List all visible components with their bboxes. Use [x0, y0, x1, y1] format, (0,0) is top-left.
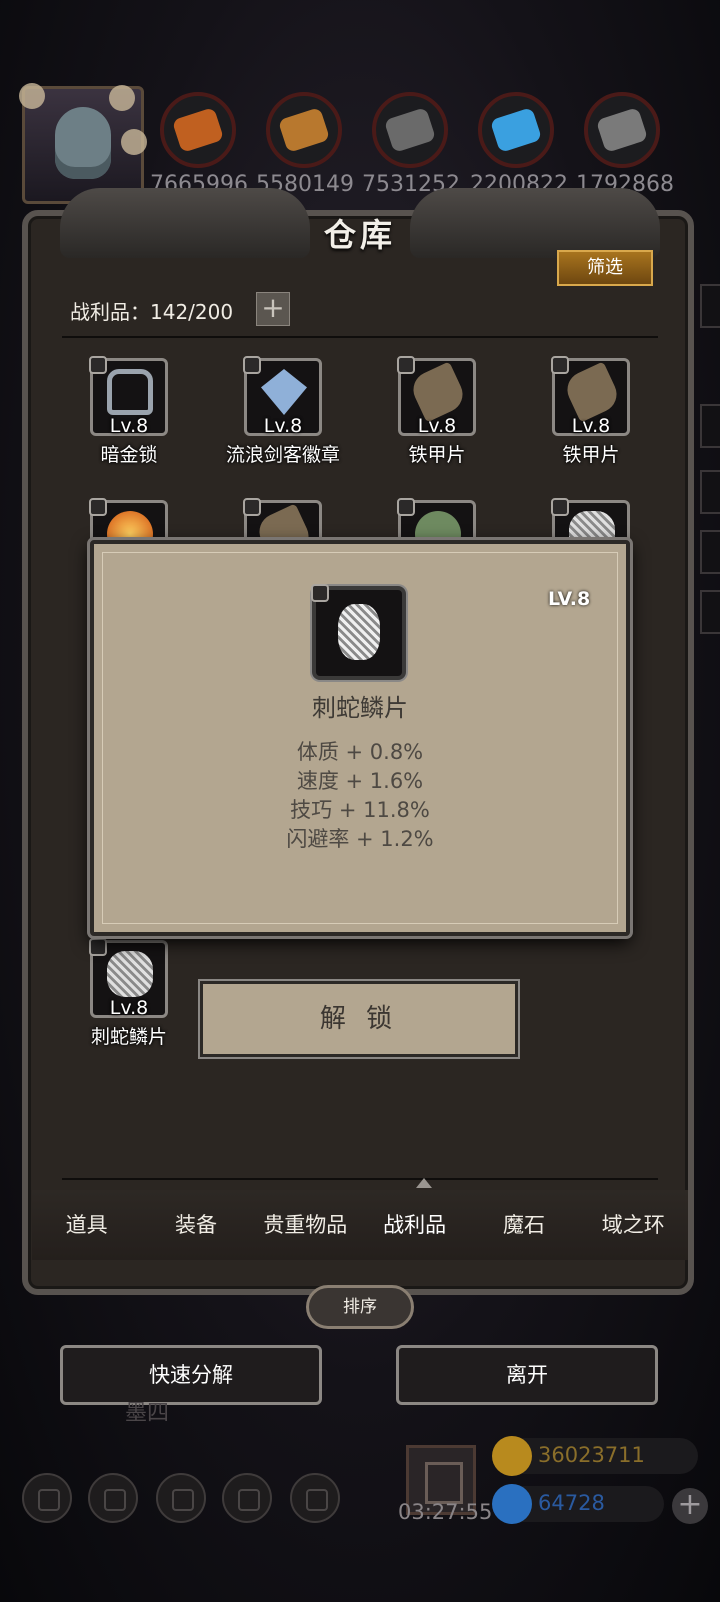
add-currency-button[interactable]: +	[672, 1488, 708, 1524]
lock-icon	[397, 356, 415, 374]
lock-icon	[89, 938, 107, 956]
item-name: 铁甲片	[562, 444, 620, 466]
grid-item[interactable]: Lv.8 铁甲片	[506, 356, 676, 467]
lock-icon	[311, 584, 329, 602]
item-level: Lv.8	[417, 415, 457, 437]
grid-item[interactable]: Lv.8 刺蛇鳞片	[44, 938, 214, 1049]
item-name: 暗金锁	[100, 444, 158, 466]
settings-icon[interactable]	[22, 1473, 72, 1523]
item-level: Lv.8	[263, 415, 303, 437]
scale-icon	[107, 951, 153, 997]
quick-decompose-button[interactable]: 快速分解	[60, 1345, 322, 1405]
resource-iron-icon[interactable]	[372, 92, 448, 168]
category-tabs: 道具 装备 贵重物品 战利品 魔石 域之环	[32, 1190, 688, 1260]
gold-amount: 36023711	[538, 1443, 645, 1467]
stat-line: 速度 + 1.6%	[296, 769, 424, 793]
expand-capacity-button[interactable]: +	[256, 292, 290, 326]
lock-icon	[243, 356, 261, 374]
map-icon[interactable]	[290, 1473, 340, 1523]
item-level: Lv.8	[109, 415, 149, 437]
badge-icon	[261, 369, 307, 415]
divider	[62, 1178, 658, 1180]
tab-loot[interactable]: 战利品	[360, 1190, 469, 1260]
unlock-button[interactable]: 解 锁	[200, 981, 518, 1057]
gold-display: 36023711	[492, 1436, 698, 1476]
gold-coin-icon	[492, 1436, 532, 1476]
loot-capacity: 战利品：142/200	[70, 300, 234, 324]
resource-stone-icon[interactable]	[584, 92, 660, 168]
mail-icon[interactable]	[222, 1473, 272, 1523]
resource-ore-icon[interactable]	[160, 92, 236, 168]
side-tab[interactable]	[700, 404, 720, 448]
gem-amount: 64728	[538, 1491, 605, 1515]
tab-equipment[interactable]: 装备	[141, 1190, 250, 1260]
tab-items[interactable]: 道具	[32, 1190, 141, 1260]
background-label: 墨四	[125, 1401, 170, 1426]
divider	[62, 336, 658, 338]
lock-icon	[89, 498, 107, 516]
armor-plate-icon	[407, 361, 469, 423]
item-name: 刺蛇鳞片	[90, 1026, 167, 1048]
grid-item[interactable]: Lv.8 暗金锁	[44, 356, 214, 467]
portrait-icon	[55, 107, 111, 179]
guild-icon[interactable]	[156, 1473, 206, 1523]
tab-magic-stones[interactable]: 魔石	[469, 1190, 578, 1260]
stat-line: 闪避率 + 1.2%	[286, 827, 434, 851]
resource-wood-icon[interactable]	[266, 92, 342, 168]
side-tab[interactable]	[700, 284, 720, 328]
popup-stats: 体质 + 0.8% 速度 + 1.6% 技巧 + 11.8% 闪避率 + 1.2…	[90, 738, 630, 854]
item-name: 流浪剑客徽章	[225, 444, 340, 466]
gem-icon	[492, 1484, 532, 1524]
tab-domain-rings[interactable]: 域之环	[579, 1190, 688, 1260]
stat-line: 体质 + 0.8%	[296, 740, 424, 764]
active-tab-indicator	[416, 1178, 432, 1188]
leave-button[interactable]: 离开	[396, 1345, 658, 1405]
item-level: Lv.8	[571, 415, 611, 437]
stat-line: 技巧 + 11.8%	[290, 798, 430, 822]
side-tab[interactable]	[700, 470, 720, 514]
padlock-icon	[107, 369, 153, 415]
gem-display: 64728	[492, 1484, 664, 1524]
scale-icon	[338, 604, 380, 660]
character-icon[interactable]	[88, 1473, 138, 1523]
resource-crystal-icon[interactable]	[478, 92, 554, 168]
side-tab[interactable]	[700, 590, 720, 634]
lock-icon	[551, 356, 569, 374]
lock-icon	[397, 498, 415, 516]
item-level: Lv.8	[109, 997, 149, 1019]
popup-item-slot	[311, 584, 406, 680]
armor-plate-icon	[561, 361, 623, 423]
tab-valuables[interactable]: 贵重物品	[251, 1190, 360, 1260]
grid-item[interactable]: Lv.8 流浪剑客徽章	[198, 356, 368, 467]
item-name: 铁甲片	[408, 444, 466, 466]
player-avatar[interactable]	[19, 83, 147, 204]
lock-icon	[551, 498, 569, 516]
grid-item[interactable]: Lv.8 铁甲片	[352, 356, 522, 467]
filter-button[interactable]: 筛选	[557, 250, 653, 286]
popup-level: LV.8	[548, 588, 591, 610]
sort-button[interactable]: 排序	[306, 1285, 414, 1329]
lock-icon	[243, 498, 261, 516]
gift-timer: 03:27:55	[398, 1500, 493, 1524]
popup-item-name: 刺蛇鳞片	[312, 694, 408, 722]
lock-icon	[89, 356, 107, 374]
side-tab[interactable]	[700, 530, 720, 574]
